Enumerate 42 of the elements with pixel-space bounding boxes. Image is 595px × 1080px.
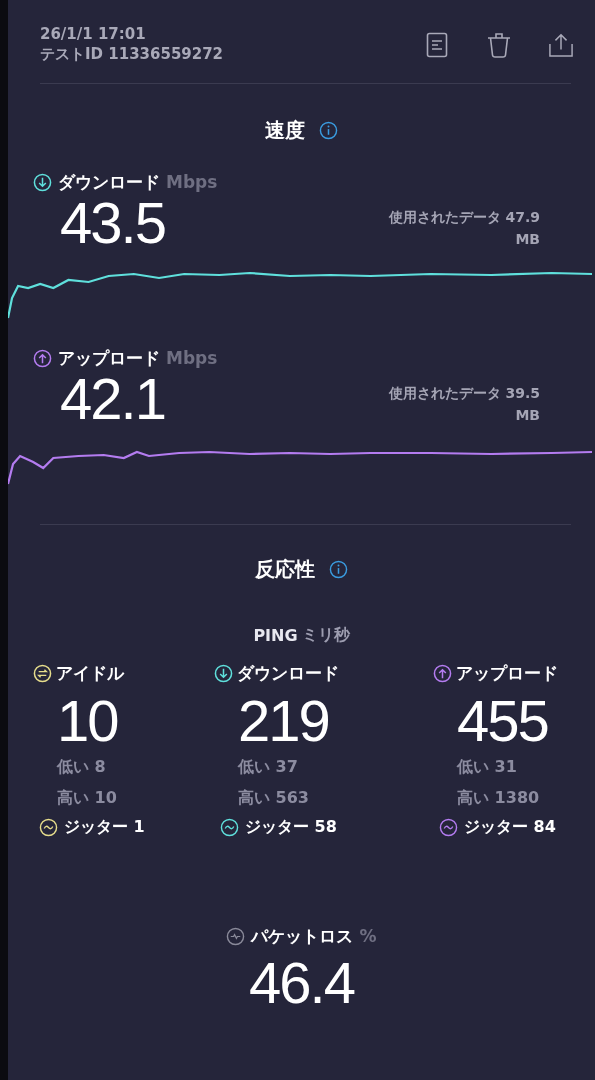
info-icon[interactable] [319, 120, 338, 140]
jitter-icon [220, 818, 239, 837]
jitter-value: ジッター 84 [464, 817, 556, 838]
speed-label: アップロード [58, 346, 160, 370]
jitter-icon [39, 818, 58, 837]
data-used-text: 使用されたデータ 47.9 MB [387, 208, 540, 249]
speed-unit: Mbps [166, 348, 218, 368]
info-icon[interactable] [329, 559, 348, 579]
ping-type-label: アップロード [456, 661, 559, 685]
delete-icon[interactable] [487, 32, 511, 58]
test-timestamp: 26/1/1 17:01 [40, 24, 147, 44]
idle-icon [33, 663, 52, 683]
packet-loss-label: パケットロス [251, 924, 354, 948]
test-id: テストID 11336559272 [40, 44, 224, 64]
ping-type-label: アイドル [56, 661, 124, 685]
speed-label: ダウンロード [58, 170, 160, 194]
responsiveness-title: 反応性 [255, 555, 315, 583]
packet-loss-unit: % [359, 926, 377, 946]
jitter-icon [439, 818, 459, 837]
ping-high: 高い 10 [57, 787, 117, 809]
ping-value: 219 [238, 691, 329, 751]
ping-high: 高い 1380 [457, 787, 540, 809]
packet-loss-value: 46.4 [249, 954, 354, 1012]
document-icon[interactable] [425, 32, 449, 58]
ping-value: 455 [457, 691, 548, 751]
jitter-value: ジッター 1 [64, 817, 145, 838]
ping-low: 低い 8 [57, 756, 106, 778]
ping-high: 高い 563 [238, 787, 309, 809]
ping-type-label: ダウンロード [237, 661, 339, 685]
jitter-value: ジッター 58 [245, 817, 337, 838]
data-used-text: 使用されたデータ 39.5 MB [387, 384, 540, 425]
speed-value: 43.5 [60, 194, 165, 252]
speed-value: 42.1 [60, 370, 165, 428]
ping-unit: ミリ秒 [301, 624, 350, 646]
speed-unit: Mbps [166, 172, 218, 192]
ping-label: PING [253, 625, 298, 645]
speed-title: 速度 [265, 116, 305, 144]
ping-low: 低い 31 [457, 756, 517, 778]
packet-loss-icon [226, 926, 246, 946]
share-icon[interactable] [549, 32, 573, 58]
ping-low: 低い 37 [238, 756, 298, 778]
ping-value: 10 [57, 691, 118, 751]
